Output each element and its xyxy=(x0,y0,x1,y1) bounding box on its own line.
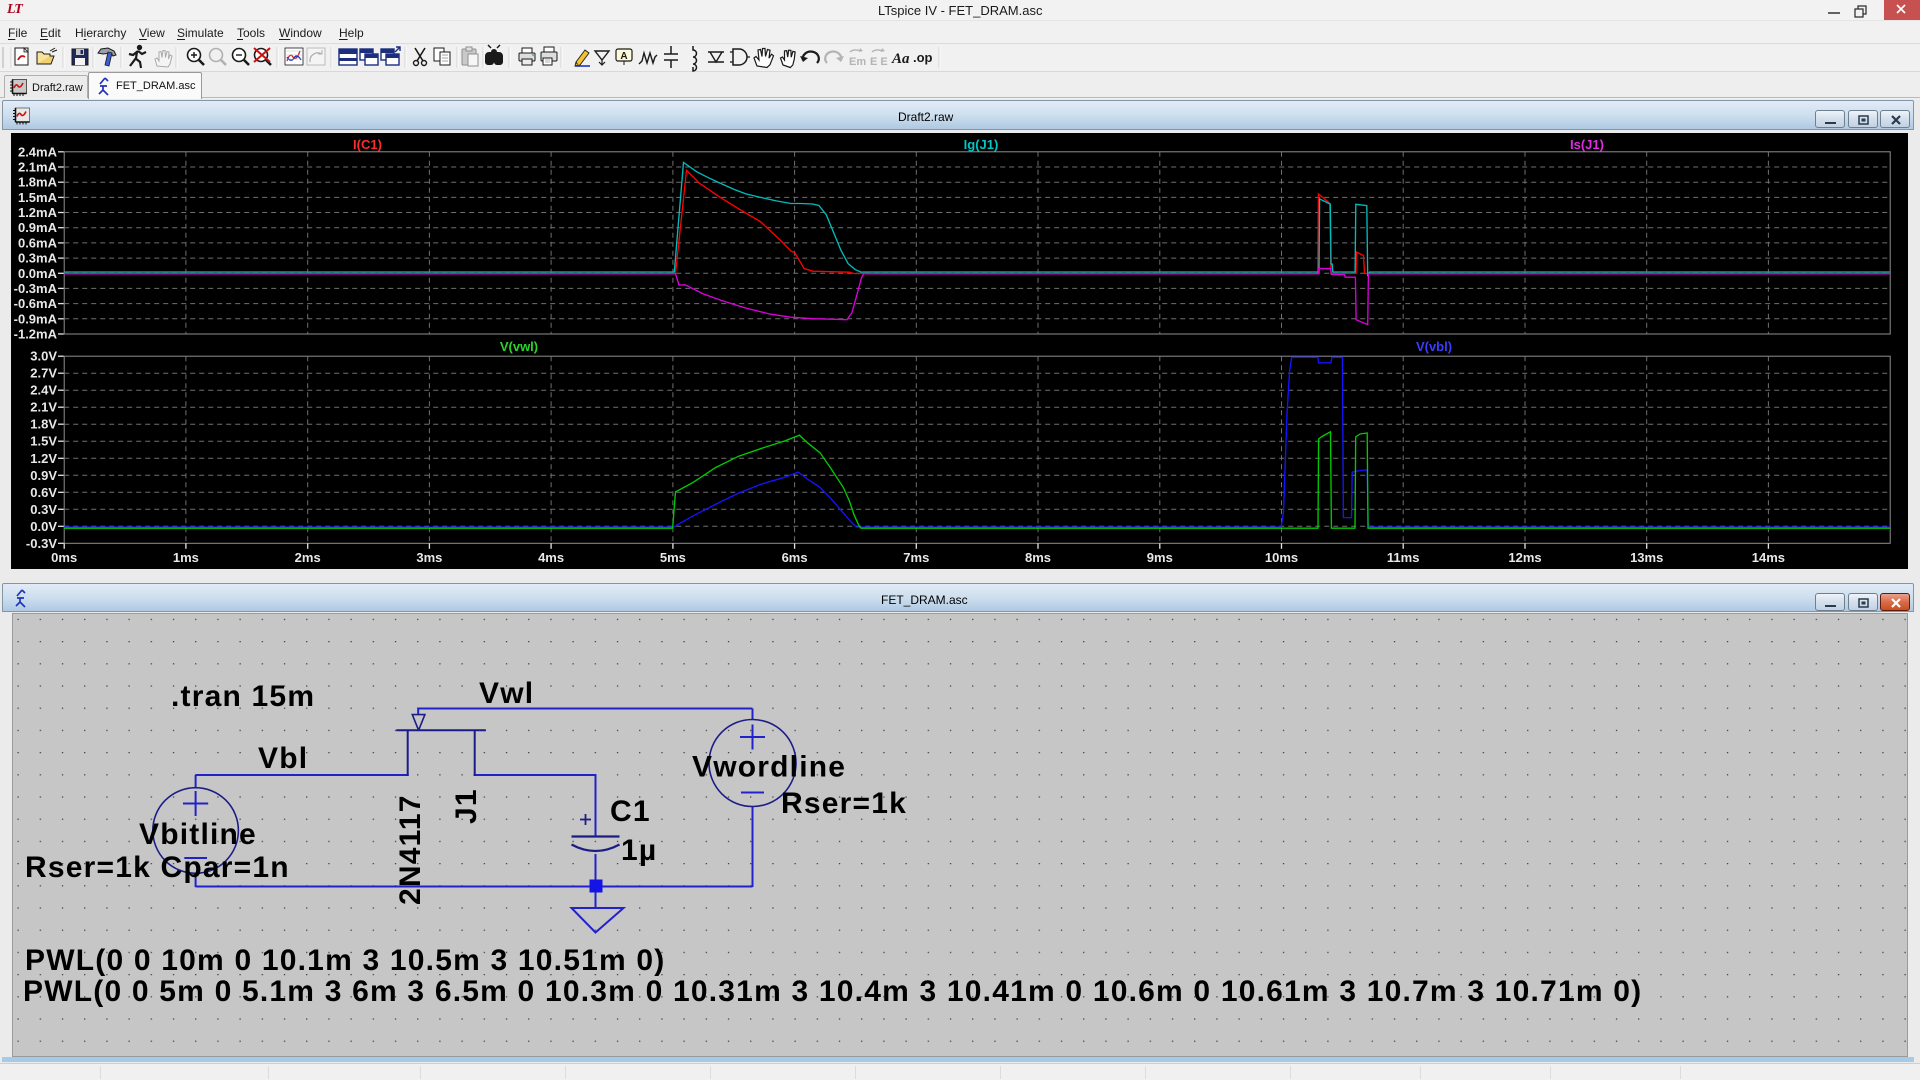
svg-text:11ms: 11ms xyxy=(1387,550,1420,565)
svg-text:0.0V: 0.0V xyxy=(30,519,57,534)
svg-text:1.5mA: 1.5mA xyxy=(18,190,58,205)
svg-text:V(vwl): V(vwl) xyxy=(500,339,538,354)
svg-text:Vbl: Vbl xyxy=(258,742,308,775)
svg-text:E Ε: E Ε xyxy=(870,56,888,68)
svg-text:Aa: Aa xyxy=(891,51,910,67)
svg-text:0.3V: 0.3V xyxy=(30,502,57,517)
svg-text:.op: .op xyxy=(913,50,933,65)
svg-text:1.2V: 1.2V xyxy=(30,451,57,466)
svg-text:6ms: 6ms xyxy=(782,550,808,565)
svg-text:C1: C1 xyxy=(610,795,651,828)
svg-text:0.9V: 0.9V xyxy=(30,468,57,483)
svg-text:0.0mA: 0.0mA xyxy=(18,266,58,281)
svg-text:13ms: 13ms xyxy=(1630,550,1663,565)
svg-text:1.5V: 1.5V xyxy=(30,434,57,449)
svg-text:0ms: 0ms xyxy=(51,550,77,565)
svg-text:3ms: 3ms xyxy=(416,550,442,565)
svg-text:8ms: 8ms xyxy=(1025,550,1051,565)
svg-text:0.9mA: 0.9mA xyxy=(18,220,58,235)
svg-text:1.8mA: 1.8mA xyxy=(18,175,58,190)
svg-text:Vwl: Vwl xyxy=(479,677,534,710)
svg-text:10ms: 10ms xyxy=(1265,550,1298,565)
svg-text:Is(J1): Is(J1) xyxy=(1570,137,1604,152)
svg-text:Ig(J1): Ig(J1) xyxy=(964,137,999,152)
svg-text:14ms: 14ms xyxy=(1752,550,1785,565)
svg-text:Vbitline: Vbitline xyxy=(139,818,257,851)
svg-text:1.2mA: 1.2mA xyxy=(18,205,58,220)
svg-text:2.4V: 2.4V xyxy=(30,383,57,398)
svg-text:-0.6mA: -0.6mA xyxy=(14,296,58,311)
svg-text:J1: J1 xyxy=(450,788,483,824)
svg-text:2N4117: 2N4117 xyxy=(394,794,427,905)
svg-text:-0.3V: -0.3V xyxy=(26,536,57,551)
svg-text:2.1mA: 2.1mA xyxy=(18,160,58,175)
svg-text:2.7V: 2.7V xyxy=(30,366,57,381)
svg-text:A: A xyxy=(620,51,627,62)
svg-text:0.6mA: 0.6mA xyxy=(18,235,58,250)
svg-text:0.6V: 0.6V xyxy=(30,485,57,500)
svg-text:.tran 15m: .tran 15m xyxy=(171,680,315,713)
svg-text:-0.9mA: -0.9mA xyxy=(14,311,58,326)
svg-text:Vwordline: Vwordline xyxy=(692,751,846,784)
svg-text:Rser=1k Cpar=1n: Rser=1k Cpar=1n xyxy=(25,851,290,884)
svg-text:2ms: 2ms xyxy=(295,550,321,565)
svg-text:2.1V: 2.1V xyxy=(30,400,57,415)
svg-text:0.3mA: 0.3mA xyxy=(18,251,58,266)
svg-text:I(C1): I(C1) xyxy=(353,137,382,152)
svg-text:PWL(0 0 5m 0 5.1m 3 6m 3 6.5m: PWL(0 0 5m 0 5.1m 3 6m 3 6.5m 0 10.3m 0 … xyxy=(23,975,1642,1008)
svg-text:PWL(0 0 10m 0 10.1m 3 10.5m 3: PWL(0 0 10m 0 10.1m 3 10.5m 3 10.51m 0) xyxy=(25,944,665,977)
svg-text:1µ: 1µ xyxy=(621,834,657,867)
svg-text:9ms: 9ms xyxy=(1147,550,1173,565)
svg-text:1ms: 1ms xyxy=(173,550,199,565)
svg-text:1.8V: 1.8V xyxy=(30,417,57,432)
svg-text:-1.2mA: -1.2mA xyxy=(14,327,58,342)
svg-text:Em: Em xyxy=(849,56,866,68)
svg-text:3.0V: 3.0V xyxy=(30,349,57,364)
svg-text:V(vbl): V(vbl) xyxy=(1416,339,1452,354)
svg-text:2.4mA: 2.4mA xyxy=(18,144,58,159)
svg-text:Rser=1k: Rser=1k xyxy=(781,787,907,820)
svg-text:12ms: 12ms xyxy=(1508,550,1541,565)
svg-text:5ms: 5ms xyxy=(660,550,686,565)
svg-text:7ms: 7ms xyxy=(903,550,929,565)
svg-text:-0.3mA: -0.3mA xyxy=(14,281,58,296)
svg-text:4ms: 4ms xyxy=(538,550,564,565)
